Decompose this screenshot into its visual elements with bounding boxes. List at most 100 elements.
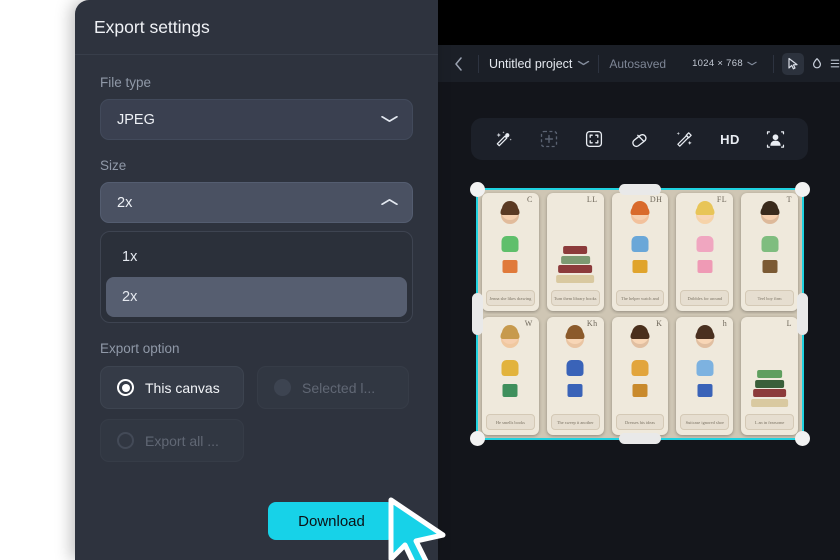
more-tool[interactable] <box>830 53 840 75</box>
resize-handle-bottom-left[interactable] <box>470 431 485 446</box>
card-illustration <box>612 197 669 290</box>
card-cell[interactable]: T Teel boy firm <box>737 190 802 314</box>
card-cell[interactable]: C Jenna she likes drawing <box>478 190 543 314</box>
resize-handle-top-left[interactable] <box>470 182 485 197</box>
size-option-2x[interactable]: 2x <box>106 277 407 317</box>
radio-selected-icon <box>117 379 134 396</box>
hd-upscale-icon[interactable]: HD <box>713 124 747 154</box>
radio-unselected-icon <box>274 379 291 396</box>
export-option-this-canvas[interactable]: This canvas <box>100 366 244 409</box>
card-cell[interactable]: W He smells books <box>478 314 543 438</box>
divider-3 <box>773 54 774 73</box>
image-card[interactable]: LL an in fearsome <box>741 317 798 435</box>
page-title: Export settings <box>94 16 210 37</box>
card-caption: Dresses his ideas <box>615 414 665 430</box>
export-option-label: Export option <box>100 341 180 356</box>
canvas-area[interactable]: HD C Jenna she likes drawing LL Turn them l… <box>438 82 840 560</box>
hand-pan-tool[interactable] <box>806 53 828 75</box>
card-cell[interactable]: FL Dribbles for around <box>672 190 737 314</box>
download-button-row: Download <box>75 502 438 544</box>
export-option-row-2: Export all ... <box>100 419 413 462</box>
image-card[interactable]: C Jenna she likes drawing <box>482 193 539 311</box>
export-settings-panel: Export settings File type JPEG Size 2x 1… <box>75 0 438 560</box>
chevron-down-icon[interactable] <box>578 58 591 69</box>
card-caption: L an in fearsome <box>745 414 795 430</box>
card-illustration <box>612 321 669 414</box>
card-illustration <box>676 321 733 414</box>
size-value: 2x <box>117 194 133 211</box>
autosave-status: Autosaved <box>609 56 667 71</box>
resize-handle-top[interactable] <box>619 184 661 195</box>
card-illustration <box>741 321 798 414</box>
card-illustration <box>482 321 539 414</box>
card-cell[interactable]: LL Turn them library books <box>543 190 608 314</box>
image-card-grid[interactable]: C Jenna she likes drawing LL Turn them libr… <box>478 190 802 438</box>
dimensions-chevron-down-icon[interactable] <box>746 58 757 69</box>
image-card[interactable]: FL Dribbles for around <box>676 193 734 311</box>
export-option-selected-layers-label: Selected l... <box>302 379 376 396</box>
magic-pencil-icon[interactable] <box>668 124 702 154</box>
resize-handle-bottom[interactable] <box>619 433 661 444</box>
resize-handle-right[interactable] <box>797 293 808 335</box>
card-caption: Dribbles for around <box>680 290 730 306</box>
export-option-selected-layers[interactable]: Selected l... <box>257 366 409 409</box>
portrait-enhance-icon[interactable] <box>758 124 792 154</box>
card-cell[interactable]: h Suitcase ignored shoe <box>672 314 737 438</box>
chevron-up-icon <box>380 197 399 209</box>
resize-handle-left[interactable] <box>472 293 483 335</box>
card-illustration <box>741 197 798 290</box>
radio-empty-icon <box>117 432 134 449</box>
add-object-icon[interactable] <box>532 124 566 154</box>
card-cell[interactable]: LL an in fearsome <box>737 314 802 438</box>
file-type-label: File type <box>100 75 152 90</box>
resize-handle-bottom-right[interactable] <box>795 431 810 446</box>
select-cursor-tool[interactable] <box>782 52 804 75</box>
canvas-selection-frame[interactable]: C Jenna she likes drawing LL Turn them libr… <box>470 182 810 446</box>
image-card[interactable]: Kh The sweep it another <box>546 317 604 435</box>
canvas-dimensions[interactable]: 1024 × 768 <box>692 58 743 69</box>
project-title[interactable]: Untitled project <box>489 57 572 71</box>
size-option-1x[interactable]: 1x <box>106 237 407 277</box>
export-option-row-1: This canvas Selected l... <box>100 366 413 409</box>
card-cell[interactable]: Kh The sweep it another <box>543 314 608 438</box>
card-caption: Suitcase ignored shoe <box>680 414 730 430</box>
chevron-down-icon <box>380 114 399 126</box>
size-dropdown-list[interactable]: 1x 2x <box>100 231 413 323</box>
image-card[interactable]: W He smells books <box>482 317 539 435</box>
size-select[interactable]: 2x <box>100 182 413 223</box>
card-cell[interactable]: K Dresses his ideas <box>608 314 673 438</box>
card-illustration <box>482 197 539 290</box>
app-window: Untitled project Autosaved 1024 × 768 HD… <box>438 0 840 560</box>
card-illustration <box>547 197 604 290</box>
screenshot-root: Untitled project Autosaved 1024 × 768 HD… <box>0 0 840 560</box>
export-option-this-canvas-label: This canvas <box>145 379 220 396</box>
card-cell[interactable]: DH The helper watch and <box>608 190 673 314</box>
export-option-export-all-label: Export all ... <box>145 432 219 449</box>
export-option-export-all[interactable]: Export all ... <box>100 419 244 462</box>
divider-2 <box>598 54 600 73</box>
card-caption: He smells books <box>485 414 535 430</box>
chevron-left-icon[interactable] <box>448 54 468 74</box>
card-caption: The sweep it another <box>550 414 600 430</box>
card-caption: Jenna she likes drawing <box>485 290 535 306</box>
size-label: Size <box>100 158 127 173</box>
download-button[interactable]: Download <box>268 502 395 540</box>
app-topbar: Untitled project Autosaved 1024 × 768 <box>438 45 840 82</box>
eraser-icon[interactable] <box>622 124 656 154</box>
resize-handle-top-right[interactable] <box>795 182 810 197</box>
magic-retouch-icon[interactable] <box>487 124 521 154</box>
expand-crop-icon[interactable] <box>577 124 611 154</box>
card-caption: Turn them library books <box>550 290 600 306</box>
image-card[interactable]: LL Turn them library books <box>546 193 604 311</box>
divider <box>478 54 479 73</box>
panel-body: File type JPEG Size 2x 1x 2x Export opti… <box>75 55 438 462</box>
image-card[interactable]: DH The helper watch and <box>611 193 669 311</box>
topbar-right-tools <box>761 52 840 75</box>
image-card[interactable]: h Suitcase ignored shoe <box>676 317 734 435</box>
card-caption: Teel boy firm <box>745 290 795 306</box>
card-illustration <box>547 321 604 414</box>
image-card[interactable]: T Teel boy firm <box>741 193 798 311</box>
card-illustration <box>676 197 733 290</box>
image-card[interactable]: K Dresses his ideas <box>611 317 669 435</box>
file-type-select[interactable]: JPEG <box>100 99 413 140</box>
